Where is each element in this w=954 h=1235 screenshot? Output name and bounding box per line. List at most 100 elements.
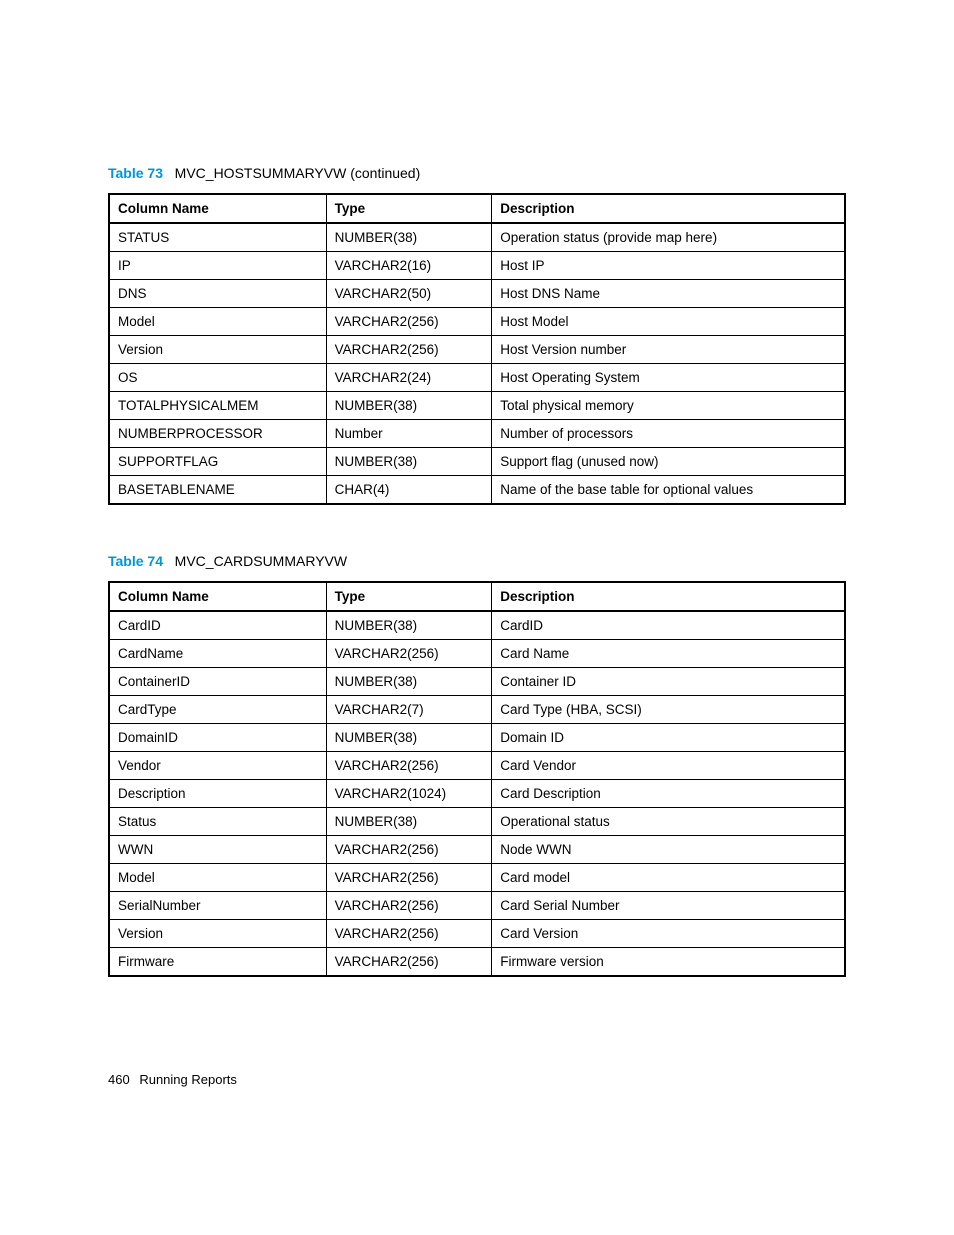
table-row: CardTypeVARCHAR2(7)Card Type (HBA, SCSI) <box>109 696 845 724</box>
table-row: SerialNumberVARCHAR2(256)Card Serial Num… <box>109 892 845 920</box>
table73-label: Table 73 <box>108 165 163 181</box>
table-cell: VARCHAR2(256) <box>326 752 492 780</box>
table74-header-type: Type <box>326 582 492 611</box>
table-cell: BASETABLENAME <box>109 476 326 505</box>
table-row: STATUSNUMBER(38)Operation status (provid… <box>109 223 845 252</box>
table-row: FirmwareVARCHAR2(256)Firmware version <box>109 948 845 977</box>
table73: Column Name Type Description STATUSNUMBE… <box>108 193 846 505</box>
table74-caption: Table 74 MVC_CARDSUMMARYVW <box>108 553 846 569</box>
table-cell: NUMBER(38) <box>326 808 492 836</box>
table-cell: Domain ID <box>492 724 845 752</box>
table-cell: CardType <box>109 696 326 724</box>
table-cell: Model <box>109 864 326 892</box>
page-footer: 460 Running Reports <box>108 1072 237 1087</box>
table74-title: MVC_CARDSUMMARYVW <box>175 553 347 569</box>
table-row: TOTALPHYSICALMEMNUMBER(38)Total physical… <box>109 392 845 420</box>
table-cell: CardID <box>492 611 845 640</box>
table-cell: Name of the base table for optional valu… <box>492 476 845 505</box>
table-cell: NUMBER(38) <box>326 668 492 696</box>
table73-header-desc: Description <box>492 194 845 223</box>
table-cell: Operation status (provide map here) <box>492 223 845 252</box>
table-cell: Host Model <box>492 308 845 336</box>
table-cell: VARCHAR2(16) <box>326 252 492 280</box>
table-cell: Total physical memory <box>492 392 845 420</box>
table-cell: NUMBER(38) <box>326 724 492 752</box>
table-row: WWNVARCHAR2(256)Node WWN <box>109 836 845 864</box>
table-cell: WWN <box>109 836 326 864</box>
table-row: OSVARCHAR2(24)Host Operating System <box>109 364 845 392</box>
table-cell: VARCHAR2(256) <box>326 892 492 920</box>
table-cell: STATUS <box>109 223 326 252</box>
table-cell: VARCHAR2(256) <box>326 920 492 948</box>
table-cell: VARCHAR2(256) <box>326 336 492 364</box>
table-cell: Firmware version <box>492 948 845 977</box>
table-cell: SUPPORTFLAG <box>109 448 326 476</box>
table-cell: Firmware <box>109 948 326 977</box>
table-cell: NUMBER(38) <box>326 448 492 476</box>
table74-header-colname: Column Name <box>109 582 326 611</box>
table-cell: Number of processors <box>492 420 845 448</box>
table-cell: NUMBERPROCESSOR <box>109 420 326 448</box>
table-cell: Node WWN <box>492 836 845 864</box>
table-cell: Card model <box>492 864 845 892</box>
table73-title: MVC_HOSTSUMMARYVW (continued) <box>175 165 421 181</box>
table-cell: Card Vendor <box>492 752 845 780</box>
table-row: DNSVARCHAR2(50)Host DNS Name <box>109 280 845 308</box>
table74-header-desc: Description <box>492 582 845 611</box>
table-cell: CardName <box>109 640 326 668</box>
table74-body: CardIDNUMBER(38)CardIDCardNameVARCHAR2(2… <box>109 611 845 976</box>
table-row: IPVARCHAR2(16)Host IP <box>109 252 845 280</box>
table-row: CardIDNUMBER(38)CardID <box>109 611 845 640</box>
table-row: VersionVARCHAR2(256)Host Version number <box>109 336 845 364</box>
table-cell: VARCHAR2(256) <box>326 864 492 892</box>
table-row: ModelVARCHAR2(256)Host Model <box>109 308 845 336</box>
table-cell: VARCHAR2(256) <box>326 836 492 864</box>
table-row: CardNameVARCHAR2(256)Card Name <box>109 640 845 668</box>
table-cell: OS <box>109 364 326 392</box>
table-cell: SerialNumber <box>109 892 326 920</box>
table74-label: Table 74 <box>108 553 163 569</box>
table-cell: Vendor <box>109 752 326 780</box>
table-cell: TOTALPHYSICALMEM <box>109 392 326 420</box>
table-row: ContainerIDNUMBER(38)Container ID <box>109 668 845 696</box>
table-cell: Card Serial Number <box>492 892 845 920</box>
table-row: NUMBERPROCESSORNumberNumber of processor… <box>109 420 845 448</box>
table73-header-type: Type <box>326 194 492 223</box>
table-cell: Card Name <box>492 640 845 668</box>
table-row: DomainIDNUMBER(38)Domain ID <box>109 724 845 752</box>
table73-header-colname: Column Name <box>109 194 326 223</box>
table-cell: Version <box>109 336 326 364</box>
table-cell: Card Type (HBA, SCSI) <box>492 696 845 724</box>
table-cell: Version <box>109 920 326 948</box>
table-cell: IP <box>109 252 326 280</box>
table-cell: CardID <box>109 611 326 640</box>
table-cell: NUMBER(38) <box>326 392 492 420</box>
table-cell: VARCHAR2(256) <box>326 948 492 977</box>
page-number: 460 <box>108 1072 130 1087</box>
table-row: DescriptionVARCHAR2(1024)Card Descriptio… <box>109 780 845 808</box>
table-cell: DomainID <box>109 724 326 752</box>
table-row: VersionVARCHAR2(256)Card Version <box>109 920 845 948</box>
table-cell: Card Version <box>492 920 845 948</box>
table-cell: Card Description <box>492 780 845 808</box>
table-cell: Operational status <box>492 808 845 836</box>
table-cell: Host Operating System <box>492 364 845 392</box>
table-cell: Container ID <box>492 668 845 696</box>
table-cell: NUMBER(38) <box>326 223 492 252</box>
table-cell: Host IP <box>492 252 845 280</box>
table-row: StatusNUMBER(38)Operational status <box>109 808 845 836</box>
table-row: SUPPORTFLAGNUMBER(38)Support flag (unuse… <box>109 448 845 476</box>
table-cell: CHAR(4) <box>326 476 492 505</box>
table-cell: ContainerID <box>109 668 326 696</box>
table-cell: Support flag (unused now) <box>492 448 845 476</box>
table-cell: VARCHAR2(1024) <box>326 780 492 808</box>
table-row: ModelVARCHAR2(256)Card model <box>109 864 845 892</box>
table-cell: VARCHAR2(256) <box>326 640 492 668</box>
table-cell: VARCHAR2(24) <box>326 364 492 392</box>
table73-caption: Table 73 MVC_HOSTSUMMARYVW (continued) <box>108 165 846 181</box>
table-cell: VARCHAR2(50) <box>326 280 492 308</box>
table-cell: DNS <box>109 280 326 308</box>
table-header-row: Column Name Type Description <box>109 194 845 223</box>
table-header-row: Column Name Type Description <box>109 582 845 611</box>
table-cell: Model <box>109 308 326 336</box>
